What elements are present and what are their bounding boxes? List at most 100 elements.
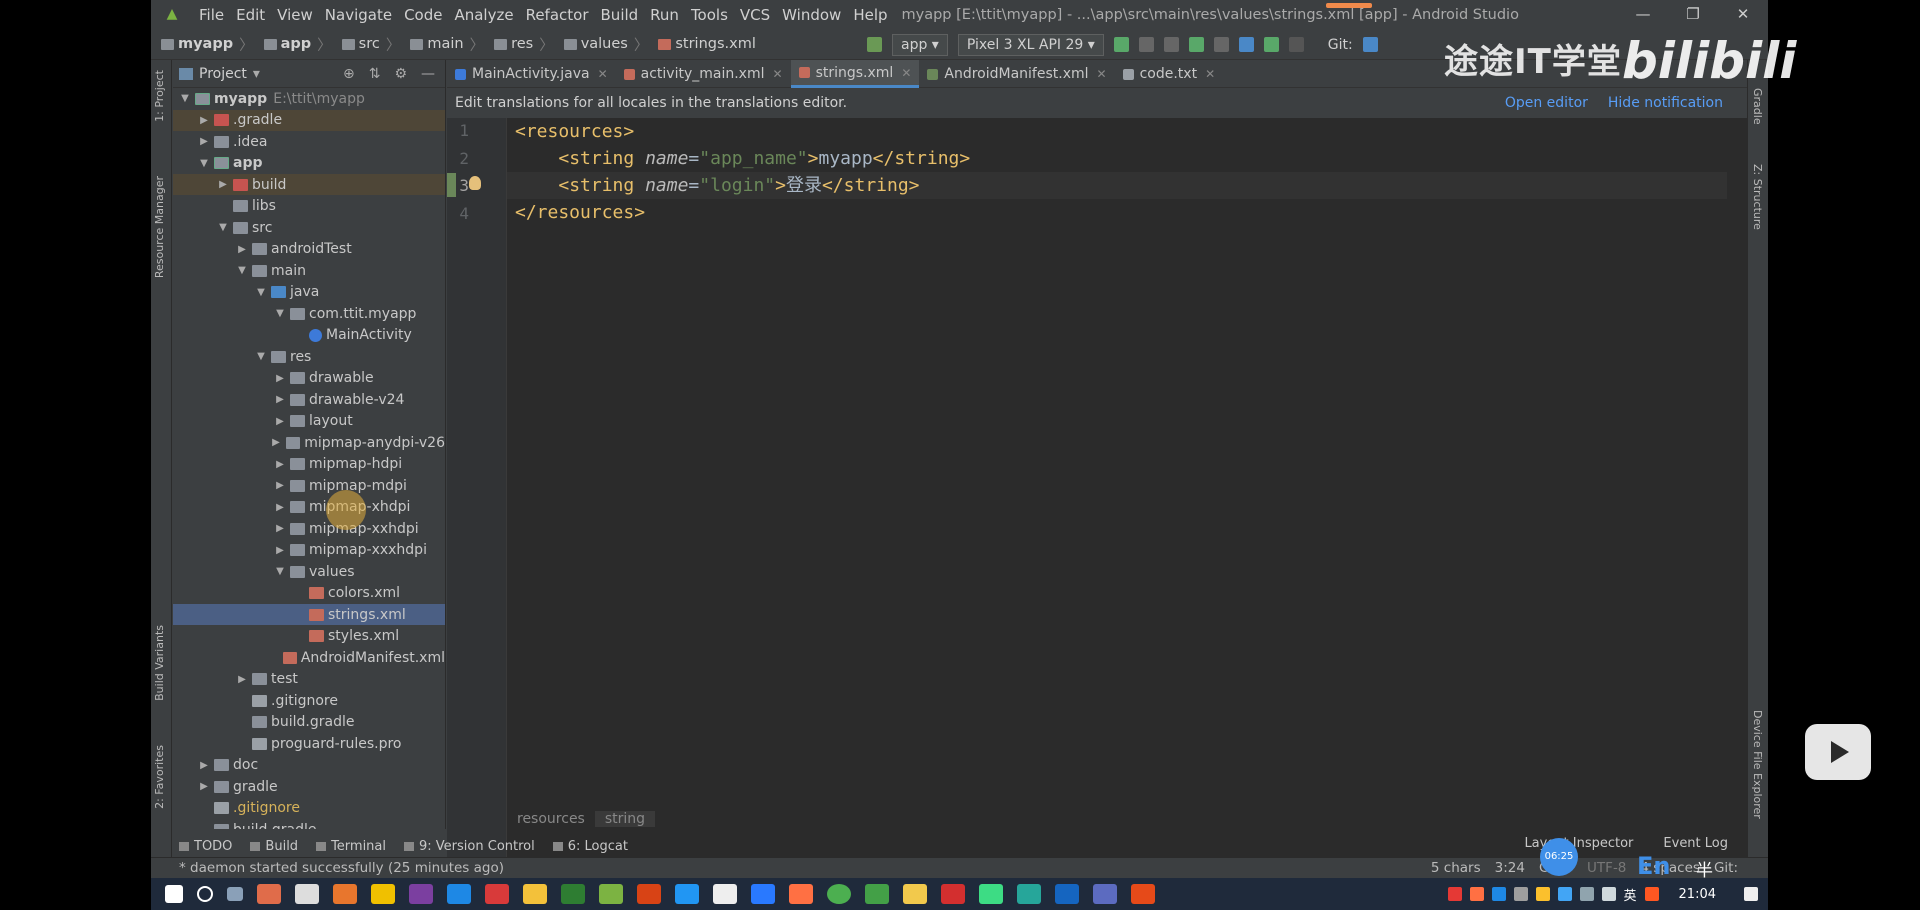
tree-item[interactable]: ▶ build — [173, 174, 445, 195]
tray-icon[interactable] — [1447, 887, 1462, 901]
tree-item[interactable]: ▶ mipmap-xxhdpi — [173, 518, 445, 539]
tree-item[interactable]: strings.xml — [173, 604, 445, 625]
search-icon[interactable] — [197, 886, 213, 902]
collapsed-arrow-icon[interactable]: ▶ — [274, 416, 286, 427]
android-studio-taskbar-icon[interactable] — [979, 884, 1003, 904]
file-explorer-icon[interactable] — [903, 884, 927, 904]
project-view-select[interactable]: Project — [199, 66, 247, 82]
event-log-tool-tab[interactable]: Event Log — [1663, 836, 1728, 857]
lightbulb-icon[interactable] — [469, 176, 481, 190]
build-tool-tab[interactable]: Build — [250, 839, 298, 854]
project-tool-tab[interactable]: 1: Project — [153, 70, 166, 122]
firefox-icon[interactable] — [333, 884, 357, 904]
settings-gear-icon[interactable]: ⚙ — [394, 66, 407, 82]
breadcrumb-values[interactable]: values 〉 — [554, 34, 648, 55]
clock-tray-icon[interactable] — [1557, 887, 1572, 901]
expanded-arrow-icon[interactable]: ▼ — [255, 287, 267, 298]
expanded-arrow-icon[interactable]: ▼ — [274, 566, 286, 577]
collapsed-arrow-icon[interactable]: ▶ — [236, 674, 248, 685]
locate-icon[interactable]: ⊕ — [343, 66, 355, 82]
app-icon[interactable] — [637, 884, 661, 904]
tree-item[interactable]: ▶ doc — [173, 755, 445, 776]
tray-icon[interactable] — [1513, 887, 1528, 901]
profile-icon[interactable] — [1238, 37, 1254, 52]
tray-icon[interactable] — [1491, 887, 1506, 901]
logcat-tool-tab[interactable]: 6: Logcat — [552, 839, 628, 854]
tray-icon[interactable] — [1469, 887, 1484, 901]
tree-item[interactable]: ▶ mipmap-anydpi-v26 — [173, 432, 445, 453]
tree-item[interactable]: styles.xml — [173, 626, 445, 647]
close-button[interactable]: ✕ — [1718, 0, 1768, 29]
breadcrumb-app[interactable]: app 〉 — [254, 34, 332, 55]
hammer-icon[interactable] — [867, 37, 882, 52]
close-tab-icon[interactable]: ✕ — [598, 67, 608, 81]
collapsed-arrow-icon[interactable]: ▶ — [274, 480, 286, 491]
collapsed-arrow-icon[interactable]: ▶ — [274, 394, 286, 405]
volume-icon[interactable] — [1601, 887, 1616, 901]
tree-item[interactable]: ▼ com.ttit.myapp — [173, 303, 445, 324]
tree-item[interactable]: ▶ mipmap-hdpi — [173, 454, 445, 475]
collapsed-arrow-icon[interactable]: ▶ — [236, 244, 248, 255]
git-branch[interactable]: Git: — [1714, 860, 1738, 876]
open-editor-link[interactable]: Open editor — [1505, 95, 1588, 111]
chrome-icon[interactable] — [827, 884, 851, 904]
favorites-tool-tab[interactable]: 2: Favorites — [153, 745, 166, 809]
tree-item[interactable]: ▶ .gradle — [173, 109, 445, 131]
calculator-icon[interactable] — [295, 884, 319, 904]
menu-analyze[interactable]: Analyze — [448, 6, 519, 24]
tree-item[interactable]: .gitignore — [173, 798, 445, 819]
app-icon[interactable] — [257, 884, 281, 904]
tree-item[interactable]: ▼ src — [173, 217, 445, 238]
attach-debugger-icon[interactable] — [1263, 37, 1279, 52]
tree-item[interactable]: ▼ values — [173, 561, 445, 582]
hide-panel-icon[interactable]: — — [421, 66, 435, 82]
tree-item[interactable]: AndroidManifest.xml — [173, 647, 445, 668]
menu-view[interactable]: View — [271, 6, 319, 24]
tree-item[interactable]: ▶ drawable — [173, 368, 445, 389]
editor-crumb-string[interactable]: string — [594, 811, 656, 827]
editor-tab[interactable]: activity_main.xml ✕ — [616, 60, 791, 88]
tree-item[interactable]: ▶ mipmap-mdpi — [173, 475, 445, 496]
app-icon[interactable] — [751, 884, 775, 904]
editor-tab[interactable]: MainActivity.java ✕ — [447, 60, 616, 88]
device-select[interactable]: Pixel 3 XL API 29 ▾ — [957, 33, 1104, 56]
menu-code[interactable]: Code — [398, 6, 448, 24]
ime-language[interactable]: 英 — [1624, 885, 1637, 904]
tree-item[interactable]: ▶ layout — [173, 411, 445, 432]
close-tab-icon[interactable]: ✕ — [1097, 67, 1107, 81]
menu-navigate[interactable]: Navigate — [319, 6, 398, 24]
collapsed-arrow-icon[interactable]: ▶ — [274, 545, 286, 556]
stop-icon[interactable] — [1288, 37, 1304, 52]
run-icon[interactable] — [1113, 37, 1129, 52]
notifications-icon[interactable] — [1744, 887, 1758, 901]
menu-file[interactable]: File — [193, 6, 230, 24]
app-icon[interactable] — [713, 884, 737, 904]
app-icon[interactable] — [523, 884, 547, 904]
play-button-icon[interactable] — [1805, 724, 1871, 780]
editor-tab[interactable]: AndroidManifest.xml ✕ — [919, 60, 1114, 88]
tree-item[interactable]: ▶ androidTest — [173, 239, 445, 260]
expanded-arrow-icon[interactable]: ▼ — [198, 158, 210, 169]
breadcrumb-strings-xml[interactable]: strings.xml — [648, 36, 756, 52]
app-icon[interactable] — [675, 884, 699, 904]
minimize-button[interactable]: — — [1618, 0, 1668, 29]
tree-item[interactable]: build.gradle — [173, 712, 445, 733]
menu-refactor[interactable]: Refactor — [520, 6, 595, 24]
tree-item[interactable]: colors.xml — [173, 583, 445, 604]
expanded-arrow-icon[interactable]: ▼ — [217, 222, 229, 233]
file-encoding[interactable]: UTF-8 — [1587, 860, 1626, 876]
tree-item[interactable]: .gitignore — [173, 690, 445, 711]
run-config-select[interactable]: app ▾ — [892, 33, 948, 56]
ime-icon[interactable] — [1644, 887, 1659, 901]
editor-tab[interactable]: code.txt ✕ — [1115, 60, 1224, 88]
app-icon[interactable] — [1055, 884, 1079, 904]
store-icon[interactable] — [1093, 884, 1117, 904]
wechat-icon[interactable] — [865, 884, 889, 904]
terminal-tool-tab[interactable]: Terminal — [316, 839, 386, 854]
expanded-arrow-icon[interactable]: ▼ — [236, 265, 248, 276]
menu-vcs[interactable]: VCS — [734, 6, 776, 24]
app-icon[interactable] — [485, 884, 509, 904]
expanded-arrow-icon[interactable]: ▼ — [255, 351, 267, 362]
tree-item[interactable]: ▶ drawable-v24 — [173, 389, 445, 410]
breadcrumb-src[interactable]: src 〉 — [332, 34, 400, 55]
